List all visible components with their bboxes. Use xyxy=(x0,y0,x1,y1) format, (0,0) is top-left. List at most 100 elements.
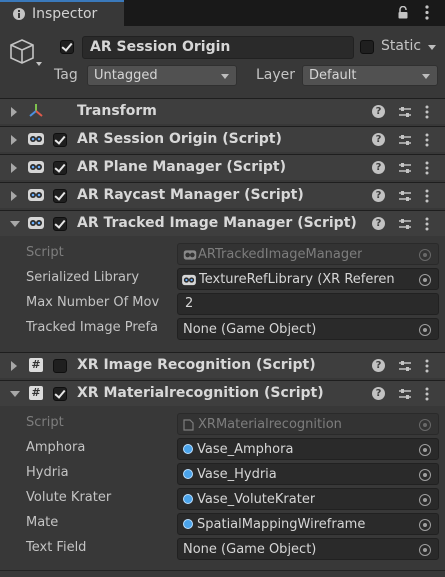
kebab-icon[interactable] xyxy=(425,161,429,175)
kebab-icon[interactable] xyxy=(425,5,429,20)
enabled-checkbox[interactable] xyxy=(53,189,67,203)
script-label: Script xyxy=(26,415,64,430)
help-icon[interactable]: ? xyxy=(372,189,385,202)
component-xr-image-recognition[interactable]: # XR Image Recognition (Script) ? xyxy=(0,352,445,378)
help-icon[interactable]: ? xyxy=(372,217,385,230)
reference-library-icon xyxy=(182,274,196,286)
presets-sliders-icon[interactable] xyxy=(398,133,412,147)
mate-material-field[interactable]: SpatialMappingWireframe xyxy=(177,513,439,535)
help-icon[interactable]: ? xyxy=(372,359,385,372)
object-picker-icon xyxy=(419,249,431,261)
field-label: Amphora xyxy=(26,440,86,455)
presets-sliders-icon[interactable] xyxy=(398,105,412,119)
foldout-arrow[interactable] xyxy=(11,163,17,173)
help-icon[interactable]: ? xyxy=(372,161,385,174)
enabled-checkbox[interactable] xyxy=(53,359,67,373)
serialized-library-label: Serialized Library xyxy=(26,270,140,285)
static-label: Static xyxy=(381,38,422,54)
kebab-icon[interactable] xyxy=(425,133,429,147)
foldout-arrow[interactable] xyxy=(10,391,20,397)
layer-dropdown[interactable]: Default xyxy=(302,65,438,86)
presets-sliders-icon[interactable] xyxy=(398,359,412,373)
info-icon xyxy=(13,8,25,20)
tracked-image-prefab-label: Tracked Image Prefa xyxy=(26,320,158,335)
csharp-script-icon: # xyxy=(29,386,43,400)
foldout-arrow[interactable] xyxy=(11,135,17,145)
bottom-divider xyxy=(0,570,445,571)
presets-sliders-icon[interactable] xyxy=(398,161,412,175)
component-ar-session-origin[interactable]: AR Session Origin (Script) ? xyxy=(0,126,445,152)
object-name-field[interactable]: AR Session Origin xyxy=(82,36,354,59)
object-picker-icon[interactable] xyxy=(419,494,431,506)
kebab-icon[interactable] xyxy=(425,189,429,203)
presets-sliders-icon[interactable] xyxy=(398,217,412,231)
tracked-image-prefab-field[interactable]: None (Game Object) xyxy=(177,318,439,340)
text-field-label: Text Field xyxy=(26,540,87,555)
max-moving-images-label: Max Number Of Mov xyxy=(26,295,160,310)
csharp-script-icon: # xyxy=(29,358,43,372)
tag-dropdown[interactable]: Untagged xyxy=(87,65,237,86)
volute-krater-material-field[interactable]: Vase_VoluteKrater xyxy=(177,488,439,510)
serialized-library-field[interactable]: TextureRefLibrary (XR Referen xyxy=(177,268,439,290)
component-title: AR Session Origin (Script) xyxy=(77,131,282,147)
script-file-icon xyxy=(183,419,194,431)
kebab-icon[interactable] xyxy=(425,217,429,231)
active-checkbox[interactable] xyxy=(60,40,74,54)
object-picker-icon xyxy=(419,419,431,431)
field-value: SpatialMappingWireframe xyxy=(197,517,366,532)
ar-script-icon xyxy=(183,250,197,260)
enabled-checkbox[interactable] xyxy=(53,161,67,175)
text-field-object-field[interactable]: None (Game Object) xyxy=(177,538,439,560)
static-checkbox[interactable] xyxy=(360,40,374,54)
component-ar-plane-manager[interactable]: AR Plane Manager (Script) ? xyxy=(0,154,445,180)
help-icon[interactable]: ? xyxy=(372,133,385,146)
presets-sliders-icon[interactable] xyxy=(398,387,412,401)
foldout-arrow[interactable] xyxy=(11,107,17,117)
script-value: ARTrackedImageManager xyxy=(198,247,363,262)
object-picker-icon[interactable] xyxy=(419,274,431,286)
object-picker-icon[interactable] xyxy=(419,519,431,531)
field-label: Mate xyxy=(26,515,59,530)
gameobject-cube-icon[interactable] xyxy=(8,36,42,70)
script-field: XRMaterialrecognition xyxy=(177,413,439,435)
tab-inspector[interactable]: Inspector xyxy=(0,0,124,26)
component-xr-materialrecognition[interactable]: # XR Materialrecognition (Script) ? xyxy=(0,380,445,406)
tag-label: Tag xyxy=(54,67,78,83)
enabled-checkbox[interactable] xyxy=(53,217,67,231)
foldout-arrow[interactable] xyxy=(11,191,17,201)
object-picker-icon[interactable] xyxy=(419,324,431,336)
component-transform[interactable]: Transform ? xyxy=(0,98,445,124)
material-icon xyxy=(183,469,193,479)
object-picker-icon[interactable] xyxy=(419,544,431,556)
object-picker-icon[interactable] xyxy=(419,444,431,456)
object-picker-icon[interactable] xyxy=(419,469,431,481)
help-icon[interactable]: ? xyxy=(372,387,385,400)
kebab-icon[interactable] xyxy=(425,387,429,401)
foldout-arrow[interactable] xyxy=(11,361,17,371)
hydria-material-field[interactable]: Vase_Hydria xyxy=(177,463,439,485)
field-label: Hydria xyxy=(26,465,69,480)
lock-icon[interactable] xyxy=(398,6,408,19)
amphora-material-field[interactable]: Vase_Amphora xyxy=(177,438,439,460)
tag-value: Untagged xyxy=(94,68,158,83)
component-ar-raycast-manager[interactable]: AR Raycast Manager (Script) ? xyxy=(0,182,445,208)
component-title: XR Image Recognition (Script) xyxy=(77,357,316,373)
component-title: XR Materialrecognition (Script) xyxy=(77,385,324,401)
text-field-value: None (Game Object) xyxy=(183,542,317,557)
enabled-checkbox[interactable] xyxy=(53,133,67,147)
component-ar-tracked-image-manager[interactable]: AR Tracked Image Manager (Script) ? xyxy=(0,210,445,236)
static-dropdown-arrow[interactable] xyxy=(428,45,436,50)
component-title: AR Plane Manager (Script) xyxy=(77,159,287,175)
ar-script-icon xyxy=(28,133,44,145)
kebab-icon[interactable] xyxy=(425,105,429,119)
component-title: Transform xyxy=(77,103,157,119)
help-icon[interactable]: ? xyxy=(372,105,385,118)
enabled-checkbox[interactable] xyxy=(53,387,67,401)
kebab-icon[interactable] xyxy=(425,359,429,373)
serialized-library-value: TextureRefLibrary (XR Referen xyxy=(199,272,395,287)
material-icon xyxy=(183,494,193,504)
presets-sliders-icon[interactable] xyxy=(398,189,412,203)
max-moving-images-field[interactable]: 2 xyxy=(177,293,439,315)
field-value: Vase_Amphora xyxy=(197,442,294,457)
foldout-arrow[interactable] xyxy=(10,221,20,227)
